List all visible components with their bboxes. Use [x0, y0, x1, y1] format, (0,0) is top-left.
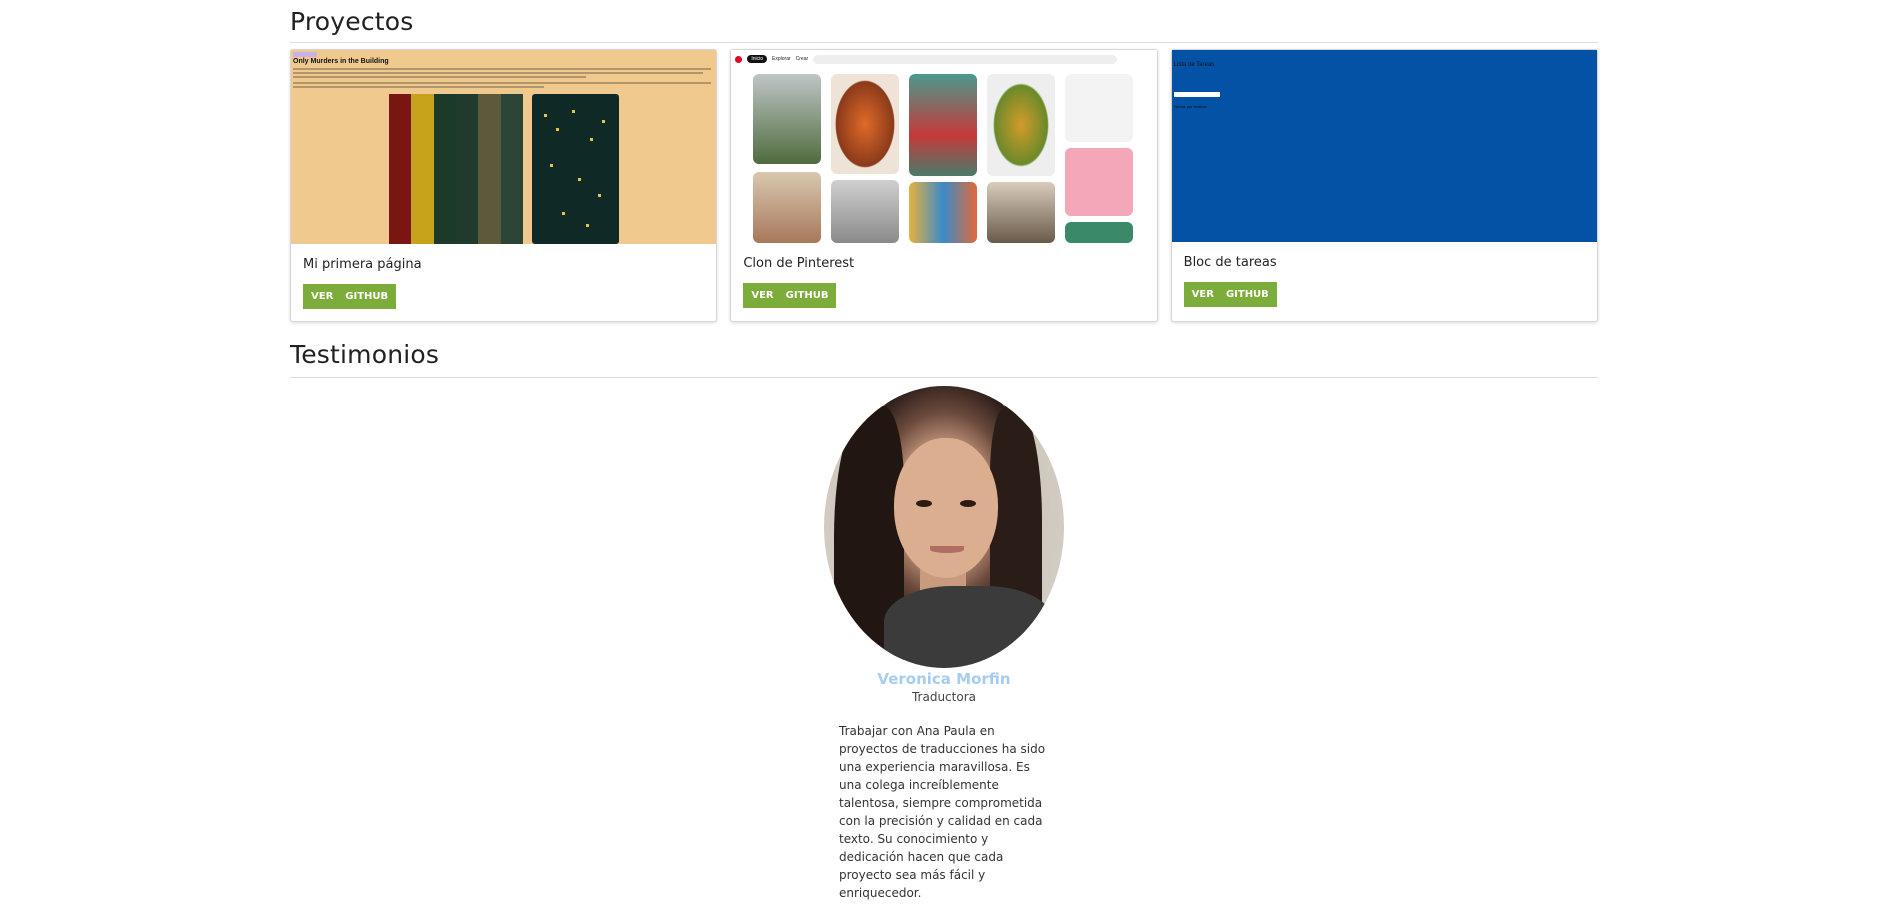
testimonials-title: Testimonios: [290, 340, 440, 369]
github-button[interactable]: GITHUB: [779, 283, 837, 308]
project-card: Lista de Tareas Tareas por realizar Bloc…: [1170, 49, 1598, 322]
pin-image: [987, 74, 1056, 176]
project-title: Mi primera página: [303, 257, 422, 272]
thumb-nav: [293, 52, 318, 57]
thumb-text: Tareas por realizar: [1173, 104, 1207, 109]
poster-image: [389, 94, 523, 244]
projects-title: Proyectos: [290, 7, 414, 36]
testimonial-role: Traductora: [911, 690, 976, 704]
project-card: Inicio Explorar Crear Clon de Pinterest: [730, 49, 1158, 322]
thumb-text: [1174, 80, 1175, 85]
thumb-nav-item: Explorar: [772, 56, 791, 62]
github-button[interactable]: GITHUB: [1219, 282, 1277, 307]
page-content: Proyectos Only Murders in the Building M…: [290, 0, 1598, 900]
pin-image: [1065, 222, 1134, 243]
thumb-heading: Lista de Tareas: [1173, 62, 1215, 68]
project-thumbnail: Lista de Tareas Tareas por realizar: [1171, 50, 1597, 242]
button-group: VER GITHUB: [303, 284, 397, 309]
pin-image: [909, 182, 978, 243]
view-button[interactable]: VER: [743, 283, 780, 308]
pin-image: [753, 74, 822, 164]
project-cards: Only Murders in the Building Mi primera …: [290, 49, 1598, 322]
project-title: Bloc de tareas: [1183, 255, 1277, 270]
thumb-nav-item: Crear: [795, 56, 809, 62]
testimonial: Veronica Morfin Traductora Trabajar con …: [290, 386, 1598, 902]
project-thumbnail: Only Murders in the Building: [291, 50, 717, 244]
testimonial-name: Veronica Morfin: [877, 670, 1011, 688]
poster-image: [532, 94, 619, 244]
testimonial-quote: Trabajar con Ana Paula en proyectos de t…: [839, 724, 1046, 900]
pinterest-logo-icon: [735, 55, 743, 63]
pin-image: [831, 74, 900, 174]
button-group: VER GITHUB: [743, 283, 837, 308]
thumb-search: [813, 54, 1117, 64]
pin-image: [753, 172, 822, 243]
thumb-nav: Inicio Explorar Crear: [731, 50, 1156, 68]
thumb-heading: Only Murders in the Building: [293, 58, 389, 65]
project-card: Only Murders in the Building Mi primera …: [290, 49, 718, 322]
avatar: [824, 386, 1064, 668]
project-title: Clon de Pinterest: [743, 256, 855, 271]
pin-image: [1065, 148, 1134, 216]
divider: [290, 42, 1598, 43]
thumb-input: [1173, 92, 1220, 97]
button-group: VER GITHUB: [1183, 282, 1277, 307]
pin-image: [1065, 74, 1134, 142]
thumb-text-lines: [293, 68, 711, 90]
project-thumbnail: Inicio Explorar Crear: [731, 50, 1157, 243]
view-button[interactable]: VER: [1183, 282, 1220, 307]
view-button[interactable]: VER: [303, 284, 340, 309]
divider: [290, 377, 1598, 378]
thumb-nav-item: Inicio: [747, 55, 768, 63]
pin-image: [909, 74, 978, 176]
github-button[interactable]: GITHUB: [339, 284, 397, 309]
pin-image: [987, 182, 1056, 243]
pin-image: [831, 180, 900, 243]
